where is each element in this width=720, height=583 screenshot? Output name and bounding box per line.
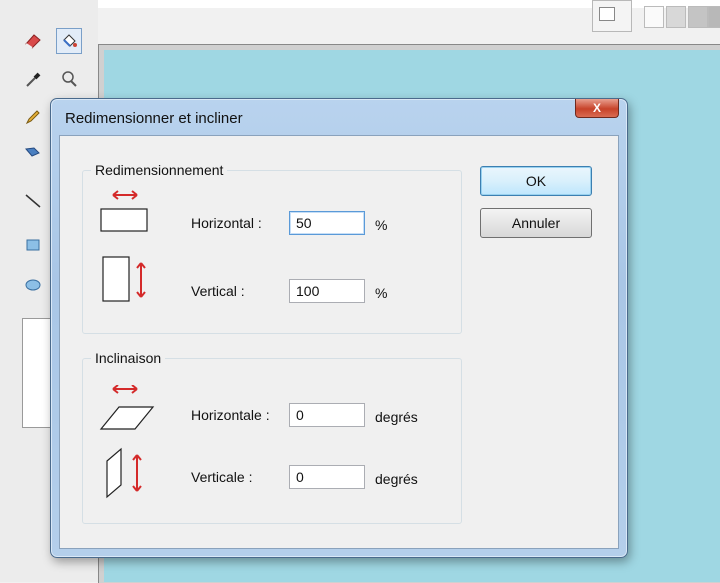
fill-tool[interactable] <box>56 28 82 54</box>
palette-swatch[interactable] <box>688 6 708 28</box>
current-colors[interactable] <box>592 0 632 32</box>
palette-swatch[interactable] <box>644 6 664 28</box>
close-button[interactable]: X <box>575 99 619 118</box>
eraser-icon <box>25 34 41 49</box>
ok-button[interactable]: OK <box>480 166 592 196</box>
dialog-title: Redimensionner et incliner <box>65 110 243 127</box>
resize-group-label: Redimensionnement <box>91 162 228 178</box>
close-icon: X <box>592 101 601 115</box>
skew-horizontal-input[interactable] <box>289 403 365 427</box>
pencil-icon <box>25 110 40 125</box>
resize-group: Redimensionnement Horizontal : % Vertica… <box>82 162 462 334</box>
resize-horizontal-label: Horizontal : <box>191 215 262 231</box>
palette-swatch[interactable] <box>666 6 686 28</box>
brush-tool[interactable] <box>20 140 46 166</box>
skew-vertical-icon <box>106 447 142 499</box>
skew-horizontal-unit: degrés <box>375 409 418 425</box>
ellipse-tool[interactable] <box>20 272 46 298</box>
color-picker-tool[interactable] <box>20 66 46 92</box>
rectangle-icon <box>26 239 40 251</box>
resize-horizontal-input[interactable] <box>289 211 365 235</box>
skew-horizontal-icon <box>99 385 155 430</box>
skew-group: Inclinaison Horizontale : degrés Vertica… <box>82 350 462 524</box>
dialog-body: Redimensionnement Horizontal : % Vertica… <box>59 135 619 549</box>
skew-group-label: Inclinaison <box>91 350 166 366</box>
line-icon <box>25 194 41 208</box>
resize-vertical-icon <box>102 256 146 302</box>
magnifier-icon <box>62 71 77 87</box>
ellipse-icon <box>25 279 41 291</box>
magnifier-tool[interactable] <box>56 66 82 92</box>
resize-horizontal-icon <box>100 190 148 232</box>
skew-vertical-input[interactable] <box>289 465 365 489</box>
line-tool[interactable] <box>20 188 46 214</box>
color-picker-icon <box>26 72 41 87</box>
cancel-button[interactable]: Annuler <box>480 208 592 238</box>
rectangle-tool[interactable] <box>20 232 46 258</box>
brush-icon <box>25 147 40 157</box>
eraser-tool[interactable] <box>20 28 46 54</box>
resize-horizontal-unit: % <box>375 217 388 233</box>
resize-vertical-label: Vertical : <box>191 283 245 299</box>
fill-bucket-icon <box>63 34 77 47</box>
palette-swatch[interactable] <box>708 6 720 28</box>
skew-vertical-unit: degrés <box>375 471 418 487</box>
resize-vertical-input[interactable] <box>289 279 365 303</box>
resize-vertical-unit: % <box>375 285 388 301</box>
skew-horizontal-label: Horizontale : <box>191 407 270 423</box>
skew-vertical-label: Verticale : <box>191 469 253 485</box>
resize-skew-dialog: Redimensionner et incliner X Redimension… <box>50 98 628 558</box>
pencil-tool[interactable] <box>20 104 46 130</box>
